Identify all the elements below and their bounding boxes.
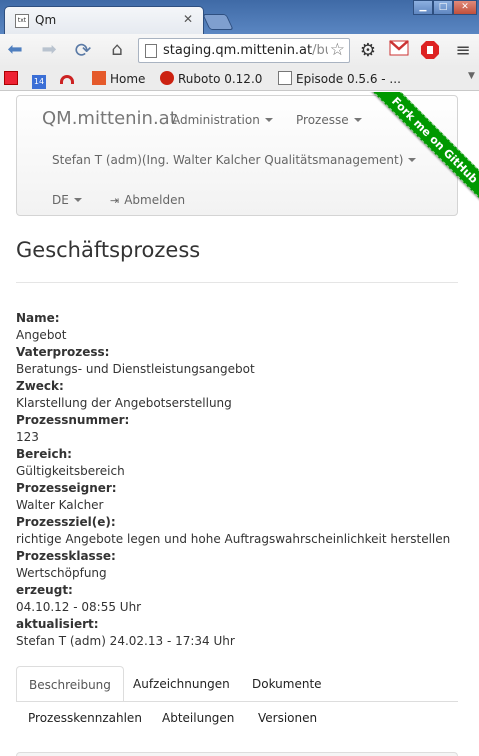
bookmark-episode[interactable]: Episode 0.5.6 - ... [278,71,401,86]
url-text: staging.qm.mittenin.at/bus [163,43,340,58]
detail-label: Vaterprozess: [16,345,110,359]
detail-label: Prozessklasse: [16,549,116,563]
maximize-icon[interactable]: □ [433,0,453,15]
detail-value: Angebot [16,328,67,342]
tabs-row-2: Prozesskennzahlen Abteilungen Versionen [16,702,458,734]
detail-label: Prozessnummer: [16,413,130,427]
detail-value: 123 [16,430,39,444]
logout-icon: ⇥ [110,194,120,207]
tab-aufzeichnungen[interactable]: Aufzeichnungen [121,666,242,702]
window-close-icon[interactable]: ✕ [453,0,477,15]
home-bookmark-icon [92,71,106,85]
page-icon [278,71,292,85]
bookmark-item[interactable]: 14 [32,71,50,89]
divider [16,282,458,283]
tab-abteilungen[interactable]: Abteilungen [150,702,246,734]
browser-tabstrip: txt Qm ✕ ▁ □ ✕ [0,0,479,34]
detail-value: Walter Kalcher [16,498,104,512]
bookmark-item[interactable] [4,71,22,86]
nav-administration-dropdown[interactable]: Administration [172,113,273,127]
tabs-row-1: Beschreibung Aufzeichnungen Dokumente [16,666,458,702]
menu-icon[interactable]: ≡ [452,40,474,62]
zotero-icon [4,71,18,85]
ruboto-icon [160,71,174,85]
github-ribbon-label: Fork me on GitHub [360,92,479,215]
new-tab-button[interactable] [202,14,234,30]
browser-tab[interactable]: txt Qm ✕ [4,6,204,34]
detail-label: aktualisiert: [16,617,99,631]
page-icon: txt [15,14,29,28]
detail-value: Beratungs- und Dienstleistungsangebot [16,362,255,376]
detail-label: Name: [16,311,60,325]
bookmarks-bar: 14 Home Ruboto 0.12.0 Episode 0.5.6 - ..… [0,67,479,91]
page-title: Geschäftsprozess [16,238,201,262]
detail-value: richtige Angebote legen und hohe Auftrag… [16,532,451,546]
caret-down-icon [264,118,273,122]
gauge-icon [60,75,74,84]
logout-link[interactable]: ⇥ Abmelden [110,193,185,207]
bookmark-ruboto[interactable]: Ruboto 0.12.0 [160,71,262,86]
detail-label: Zweck: [16,379,64,393]
github-ribbon[interactable]: Fork me on GitHub [345,92,479,226]
detail-value: Klarstellung der Angebotserstellung [16,396,232,410]
forward-arrow-icon[interactable]: ➡ [38,39,60,61]
page-content: QM.mittenin.at Administration Prozesse S… [0,92,479,756]
adblock-icon[interactable] [419,40,441,62]
browser-toolbar: ⬅ ➡ ⟳ ⌂ staging.qm.mittenin.at/bus ☆ ⚙ ≡ [0,34,479,67]
tab-versionen[interactable]: Versionen [246,702,329,734]
brand-link[interactable]: QM.mittenin.at [42,108,177,129]
page-icon [145,44,157,58]
detail-label: Prozessziel(e): [16,515,116,529]
reload-icon[interactable]: ⟳ [72,39,94,61]
process-details: Name: Angebot Vaterprozess: Beratungs- und … [16,310,466,650]
bookmark-star-icon[interactable]: ☆ [327,40,345,60]
home-icon[interactable]: ⌂ [106,39,128,61]
gear-icon[interactable]: ⚙ [357,40,379,62]
caret-down-icon [73,198,82,202]
tab-title: Qm [35,13,57,27]
close-icon[interactable]: ✕ [183,12,193,26]
detail-value: Wertschöpfung [16,566,107,580]
gmail-icon[interactable] [388,40,410,62]
detail-label: erzeugt: [16,583,73,597]
more-bookmarks-icon[interactable]: ▼ [468,71,475,81]
tab-content-panel [16,752,458,756]
minimize-icon[interactable]: ▁ [413,0,433,15]
address-bar[interactable]: staging.qm.mittenin.at/bus ☆ [138,38,350,63]
detail-label: Bereich: [16,447,72,461]
detail-value: Stefan T (adm) 24.02.13 - 17:34 Uhr [16,634,235,648]
nav-language-dropdown[interactable]: DE [52,193,82,207]
calendar-icon: 14 [32,75,46,89]
tab-prozesskennzahlen[interactable]: Prozesskennzahlen [16,702,154,734]
bookmark-item[interactable] [60,71,78,85]
detail-value: Gültigkeitsbereich [16,464,125,478]
detail-label: Prozesseigner: [16,481,117,495]
bookmark-home[interactable]: Home [92,71,145,86]
tab-dokumente[interactable]: Dokumente [240,666,334,702]
detail-value: 04.10.12 - 08:55 Uhr [16,600,142,614]
tab-beschreibung[interactable]: Beschreibung [16,666,124,702]
back-arrow-icon[interactable]: ⬅ [4,39,26,61]
